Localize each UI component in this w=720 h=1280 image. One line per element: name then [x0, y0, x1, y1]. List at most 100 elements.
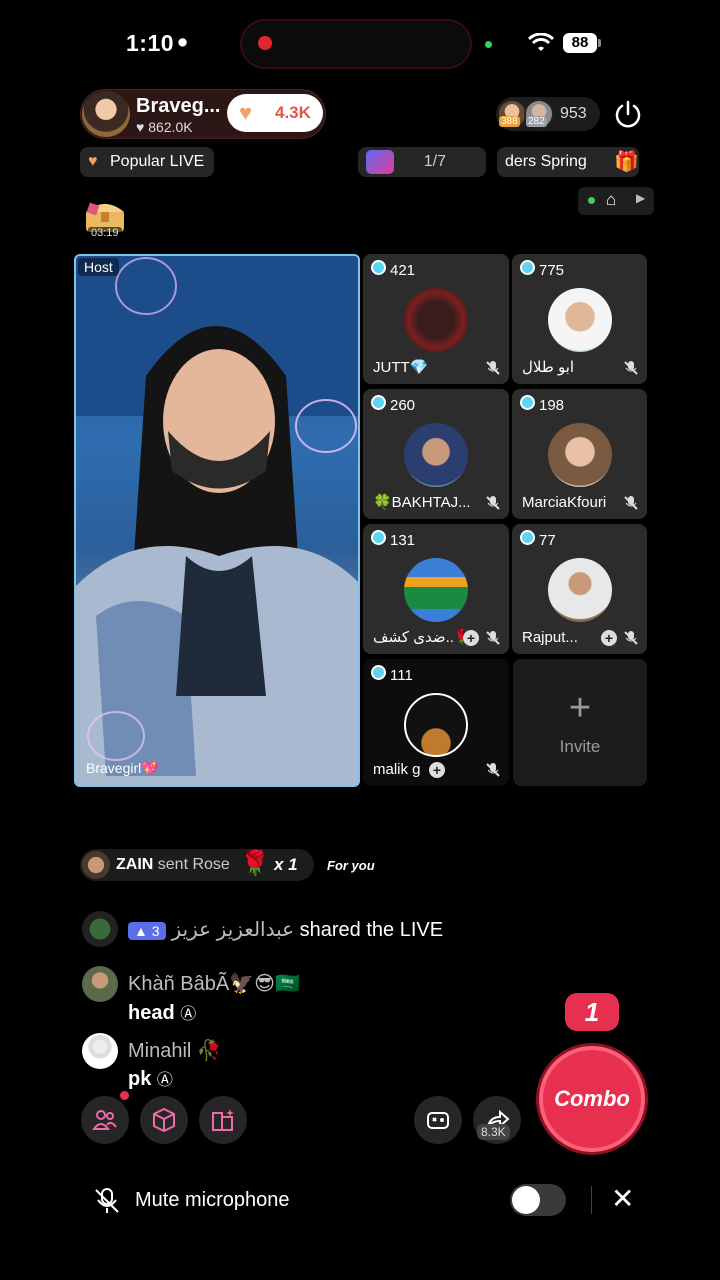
chat-text: pk Ⓐ — [128, 1068, 173, 1090]
level-badge: ▲ 3 — [128, 921, 166, 940]
mute-microphone-toggle[interactable] — [510, 1184, 566, 1216]
activity-button[interactable] — [199, 1096, 247, 1144]
guest-avatar — [548, 288, 612, 352]
guest-tile[interactable]: 260 🍀BAKHTAJ... — [363, 389, 509, 519]
page-indicator-label: 1/7 — [423, 153, 446, 170]
gift-action: sent Rose — [157, 856, 230, 873]
host-likes-value: 862.0K — [148, 119, 193, 135]
wifi-icon — [528, 33, 554, 51]
guest-name: 🍀BAKHTAJ... — [373, 494, 471, 511]
guest-tile[interactable]: 131 ضدى كشف..🌹 + — [363, 524, 509, 654]
guest-avatar — [548, 423, 612, 487]
chat-username: Khàñ BâbÃ🦅😎🇸🇦 — [128, 973, 300, 995]
chevron-right-icon[interactable]: ▶ — [636, 191, 645, 205]
guest-tile[interactable]: 111 malik g + — [363, 659, 509, 786]
add-friend-icon[interactable]: + — [601, 630, 617, 646]
combo-button[interactable]: Combo — [539, 1046, 645, 1152]
guests-button[interactable] — [81, 1096, 129, 1144]
chat-text: shared the LIVE — [299, 919, 444, 941]
guest-avatar — [548, 558, 612, 622]
follow-like-button[interactable]: ♥ 4.3K — [227, 94, 323, 132]
popular-live-label: Popular LIVE — [110, 153, 205, 170]
gift-notice-text: ZAIN sent Rose — [116, 856, 230, 874]
rose-icon: 🌹 — [240, 850, 270, 877]
combo-count-badge: 1 — [565, 993, 619, 1031]
plus-icon: + — [568, 687, 592, 729]
event-icon: 🎁 — [614, 151, 639, 173]
mic-off-icon — [486, 496, 500, 510]
home-icon[interactable]: ⌂ — [606, 190, 616, 210]
mic-off-icon — [486, 763, 500, 777]
gift-sender-avatar[interactable] — [82, 851, 110, 879]
viewer-badge: 282 — [526, 116, 547, 127]
guest-tile[interactable]: 77 Rajput... + — [512, 524, 647, 654]
viewer-count: 953 — [560, 105, 587, 122]
mic-off-icon — [624, 631, 638, 645]
guest-avatar — [404, 423, 468, 487]
host-video-tile[interactable] — [74, 254, 360, 787]
chat-username: Minahil 🥀 — [128, 1040, 222, 1062]
divider — [591, 1186, 592, 1214]
mute-microphone-label: Mute microphone — [135, 1189, 290, 1211]
add-friend-icon[interactable]: + — [463, 630, 479, 646]
guest-name: ضدى كشف..🌹 — [373, 629, 463, 646]
event-banner[interactable]: ders Spring 🎁 — [497, 147, 639, 177]
effects-button[interactable] — [140, 1096, 188, 1144]
guest-score: 111 — [371, 665, 413, 684]
host-name: Braveg... — [136, 95, 221, 117]
host-likes: ♥ 862.0K — [136, 119, 193, 135]
guest-score: 77 — [520, 530, 556, 549]
power-icon[interactable] — [612, 98, 644, 130]
heart-icon: ♥ — [88, 153, 98, 170]
guest-name: JUTT💎 — [373, 359, 429, 376]
close-icon[interactable]: ✕ — [611, 1185, 634, 1213]
guest-tile[interactable]: 775 ابو طلال — [512, 254, 647, 384]
guest-avatar — [404, 558, 468, 622]
mic-off-icon — [486, 361, 500, 375]
dynamic-island — [240, 19, 472, 69]
toggle-knob — [512, 1186, 540, 1214]
invite-label: Invite — [559, 737, 601, 756]
guest-name: Rajput... — [522, 629, 578, 646]
viewer-badge: 388 — [499, 116, 520, 127]
people-icon — [92, 1110, 117, 1130]
mic-off-icon — [486, 631, 500, 645]
camera-indicator — [485, 41, 492, 48]
guest-tile[interactable]: 421 JUTT💎 — [363, 254, 509, 384]
chest-timer: 03:19 — [88, 227, 122, 239]
guest-name: MarciaKfouri — [522, 494, 607, 511]
gift-box-icon — [366, 150, 394, 174]
guest-avatar — [404, 288, 468, 352]
event-banner-label: ders Spring — [505, 153, 587, 170]
host-avatar[interactable] — [82, 91, 130, 137]
guest-score: 198 — [520, 395, 564, 414]
host-tile-name: Bravegirl💖 — [86, 760, 159, 776]
cube-icon — [153, 1107, 175, 1133]
translate-icon[interactable]: Ⓐ — [180, 1006, 196, 1023]
chat-avatar[interactable] — [82, 966, 118, 1002]
chat-avatar[interactable] — [82, 1033, 118, 1069]
book-sparkle-icon — [212, 1109, 234, 1131]
guest-name: malik g — [373, 761, 421, 778]
invite-tile[interactable]: + Invite — [513, 659, 647, 786]
game-button[interactable] — [414, 1096, 462, 1144]
guest-score: 775 — [520, 260, 564, 279]
heart-icon: ♥ — [136, 119, 145, 135]
popular-live-tag[interactable]: ♥ Popular LIVE — [80, 147, 214, 177]
host-label: Host — [78, 258, 119, 276]
translate-icon[interactable]: Ⓐ — [157, 1072, 173, 1089]
add-friend-icon[interactable]: + — [429, 762, 445, 778]
flame-icon: ⚫ — [175, 33, 191, 53]
gift-sender-name: ZAIN — [116, 856, 154, 873]
guest-score: 260 — [371, 395, 415, 414]
share-count: 8.3K — [477, 1124, 510, 1140]
mic-off-icon — [95, 1188, 119, 1213]
online-indicator — [588, 197, 595, 204]
battery-indicator: 88 — [563, 33, 601, 53]
guest-tile[interactable]: 198 MarciaKfouri — [512, 389, 647, 519]
mini-controls[interactable]: ⌂ ▶ — [578, 187, 654, 215]
page-indicator[interactable]: 1/7 — [358, 147, 486, 177]
for-you-label: For you — [327, 858, 375, 873]
chat-avatar[interactable] — [82, 911, 118, 947]
status-time: 1:10 — [126, 30, 175, 56]
